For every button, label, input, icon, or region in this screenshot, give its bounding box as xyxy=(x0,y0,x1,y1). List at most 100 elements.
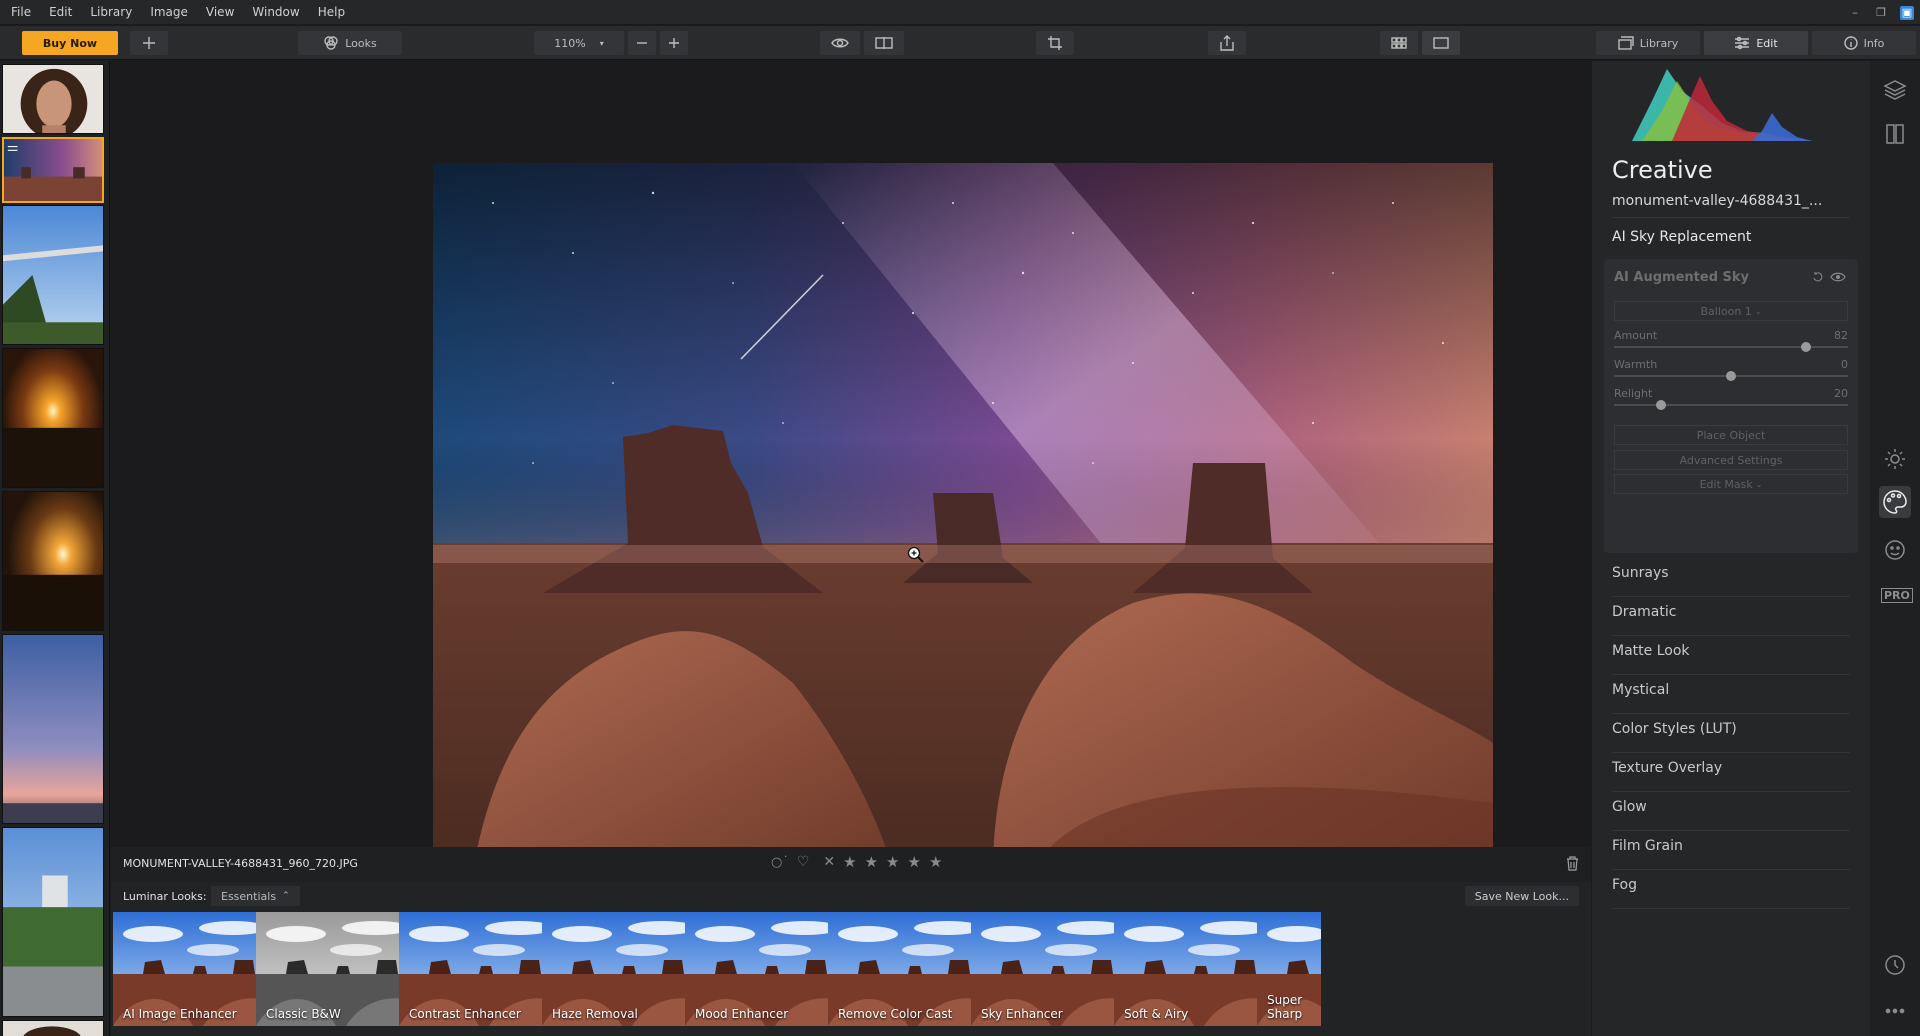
advanced-settings-button[interactable]: Advanced Settings xyxy=(1614,450,1848,470)
looks-button[interactable]: Looks xyxy=(298,31,402,55)
more-icon[interactable] xyxy=(1883,1001,1907,1015)
history-clock-icon[interactable] xyxy=(1883,953,1907,977)
thumbnail-portrait[interactable] xyxy=(2,64,104,134)
plus-icon xyxy=(669,38,679,48)
filter-item[interactable]: Matte Look xyxy=(1612,636,1850,675)
grid-view-button[interactable] xyxy=(1380,31,1418,55)
menu-file[interactable]: File xyxy=(0,0,40,25)
layers-icon[interactable] xyxy=(1883,78,1907,102)
filter-item[interactable]: Fog xyxy=(1612,870,1850,909)
thumbnail-monument-valley[interactable] xyxy=(2,137,104,203)
toolbar: Buy Now Looks 110% ▾ Library Edit Info xyxy=(0,26,1920,60)
library-tab-label: Library xyxy=(1639,36,1679,50)
amount-label: Amount xyxy=(1614,329,1658,342)
star-icon-4[interactable]: ★ xyxy=(908,853,921,871)
buy-now-button[interactable]: Buy Now xyxy=(22,31,118,55)
visibility-icon[interactable] xyxy=(1830,271,1846,283)
star-icon-5[interactable]: ★ xyxy=(929,853,942,871)
warmth-slider-handle[interactable] xyxy=(1726,371,1736,381)
look-preset-label: Contrast Enhancer xyxy=(409,1007,521,1021)
edit-mask-button[interactable]: Edit Mask ⌄ xyxy=(1614,474,1848,494)
image-viewer[interactable] xyxy=(111,61,1591,869)
look-preset-label: Super Sharp xyxy=(1267,993,1303,1021)
look-preset-label: Remove Color Cast xyxy=(838,1007,953,1021)
menu-library[interactable]: Library xyxy=(81,0,141,25)
trash-icon[interactable] xyxy=(1566,856,1579,871)
thumbnail-dusk[interactable] xyxy=(2,634,104,824)
minimize-icon[interactable]: – xyxy=(1848,6,1862,20)
zoom-select[interactable]: 110% ▾ xyxy=(534,31,624,55)
info-tab-label: Info xyxy=(1863,36,1885,50)
menu-window[interactable]: Window xyxy=(243,0,308,25)
filter-item[interactable]: Color Styles (LUT) xyxy=(1612,714,1850,753)
edit-tab-label: Edit xyxy=(1756,36,1778,50)
single-view-button[interactable] xyxy=(1422,31,1460,55)
relight-slider[interactable] xyxy=(1614,400,1848,410)
reject-icon[interactable]: ✕ xyxy=(823,854,835,870)
amount-slider[interactable] xyxy=(1614,342,1848,352)
zoom-cursor-icon xyxy=(907,546,924,563)
star-icon-1[interactable]: ★ xyxy=(843,853,856,871)
save-new-look-button[interactable]: Save New Look... xyxy=(1464,886,1579,906)
looks-bar-label: Luminar Looks: xyxy=(123,890,207,903)
edit-panel: Creative monument-valley-4688431_... AI … xyxy=(1592,61,1870,1036)
share-icon xyxy=(1220,35,1234,51)
creative-palette-icon[interactable] xyxy=(1879,486,1911,518)
filter-item[interactable]: Dramatic xyxy=(1612,597,1850,636)
zoom-in-button[interactable] xyxy=(660,31,688,55)
menu-edit[interactable]: Edit xyxy=(40,0,81,25)
reset-icon[interactable] xyxy=(1812,271,1824,283)
menu-help[interactable]: Help xyxy=(309,0,354,25)
filter-item[interactable]: Sunrays xyxy=(1612,558,1850,597)
star-icon-3[interactable]: ★ xyxy=(886,853,899,871)
app-icon: ▣ xyxy=(1900,5,1914,20)
library-tab[interactable]: Library xyxy=(1596,31,1700,55)
looks-collection-select[interactable]: Essentials ⌃ xyxy=(211,886,300,906)
thumbnail-bridge[interactable] xyxy=(2,205,104,345)
preview-button[interactable] xyxy=(820,31,860,55)
place-object-button[interactable]: Place Object xyxy=(1614,425,1848,445)
main-photo[interactable] xyxy=(433,163,1493,869)
looks-bar: Luminar Looks: Essentials ⌃ Save New Loo… xyxy=(111,882,1591,1036)
portrait-face-icon[interactable] xyxy=(1883,538,1907,562)
compare-button[interactable] xyxy=(864,31,904,55)
zoom-out-button[interactable] xyxy=(628,31,656,55)
looks-label: Looks xyxy=(345,36,377,50)
amount-slider-handle[interactable] xyxy=(1801,342,1811,352)
relight-slider-handle[interactable] xyxy=(1656,400,1666,410)
thumbnail-sunset-1[interactable] xyxy=(2,348,104,488)
thumbnail-portrait-2[interactable] xyxy=(2,1020,104,1036)
menu-view[interactable]: View xyxy=(197,0,243,25)
edit-tab[interactable]: Edit xyxy=(1704,31,1808,55)
filter-item[interactable]: Mystical xyxy=(1612,675,1850,714)
chevron-down-icon: ▾ xyxy=(599,38,604,48)
info-tab[interactable]: Info xyxy=(1812,31,1916,55)
color-label-icon[interactable]: ○˙ xyxy=(771,855,789,870)
add-image-button[interactable] xyxy=(130,31,168,55)
share-button[interactable] xyxy=(1208,31,1246,55)
canvas-icon[interactable] xyxy=(1883,122,1907,146)
filter-item[interactable]: Film Grain xyxy=(1612,831,1850,870)
crop-button[interactable] xyxy=(1036,31,1074,55)
panel-title: Creative xyxy=(1612,156,1713,184)
look-preset[interactable]: Super Sharp xyxy=(1257,912,1321,1026)
heart-icon[interactable]: ♡ xyxy=(797,854,810,870)
warmth-slider[interactable] xyxy=(1614,371,1848,381)
pro-badge[interactable]: PRO xyxy=(1881,588,1913,603)
sky-preset-select[interactable]: Balloon 1 ⌄ xyxy=(1614,301,1848,321)
restore-icon[interactable]: ❐ xyxy=(1874,6,1888,20)
menu-image[interactable]: Image xyxy=(141,0,197,25)
filter-item[interactable]: Glow xyxy=(1612,792,1850,831)
thumbnail-building[interactable] xyxy=(2,827,104,1017)
minus-icon xyxy=(637,42,647,44)
library-icon xyxy=(1618,36,1634,50)
sky-replacement-header[interactable]: AI Sky Replacement xyxy=(1612,229,1751,245)
looks-icon xyxy=(324,36,338,50)
filter-item[interactable]: Texture Overlay xyxy=(1612,753,1850,792)
essentials-sun-icon[interactable] xyxy=(1883,447,1907,471)
star-icon-2[interactable]: ★ xyxy=(865,853,878,871)
compare-icon xyxy=(875,37,893,49)
thumbnail-sunset-2[interactable] xyxy=(2,491,104,631)
looks-collection-value: Essentials xyxy=(221,889,277,903)
look-preset-label: Sky Enhancer xyxy=(981,1007,1063,1021)
